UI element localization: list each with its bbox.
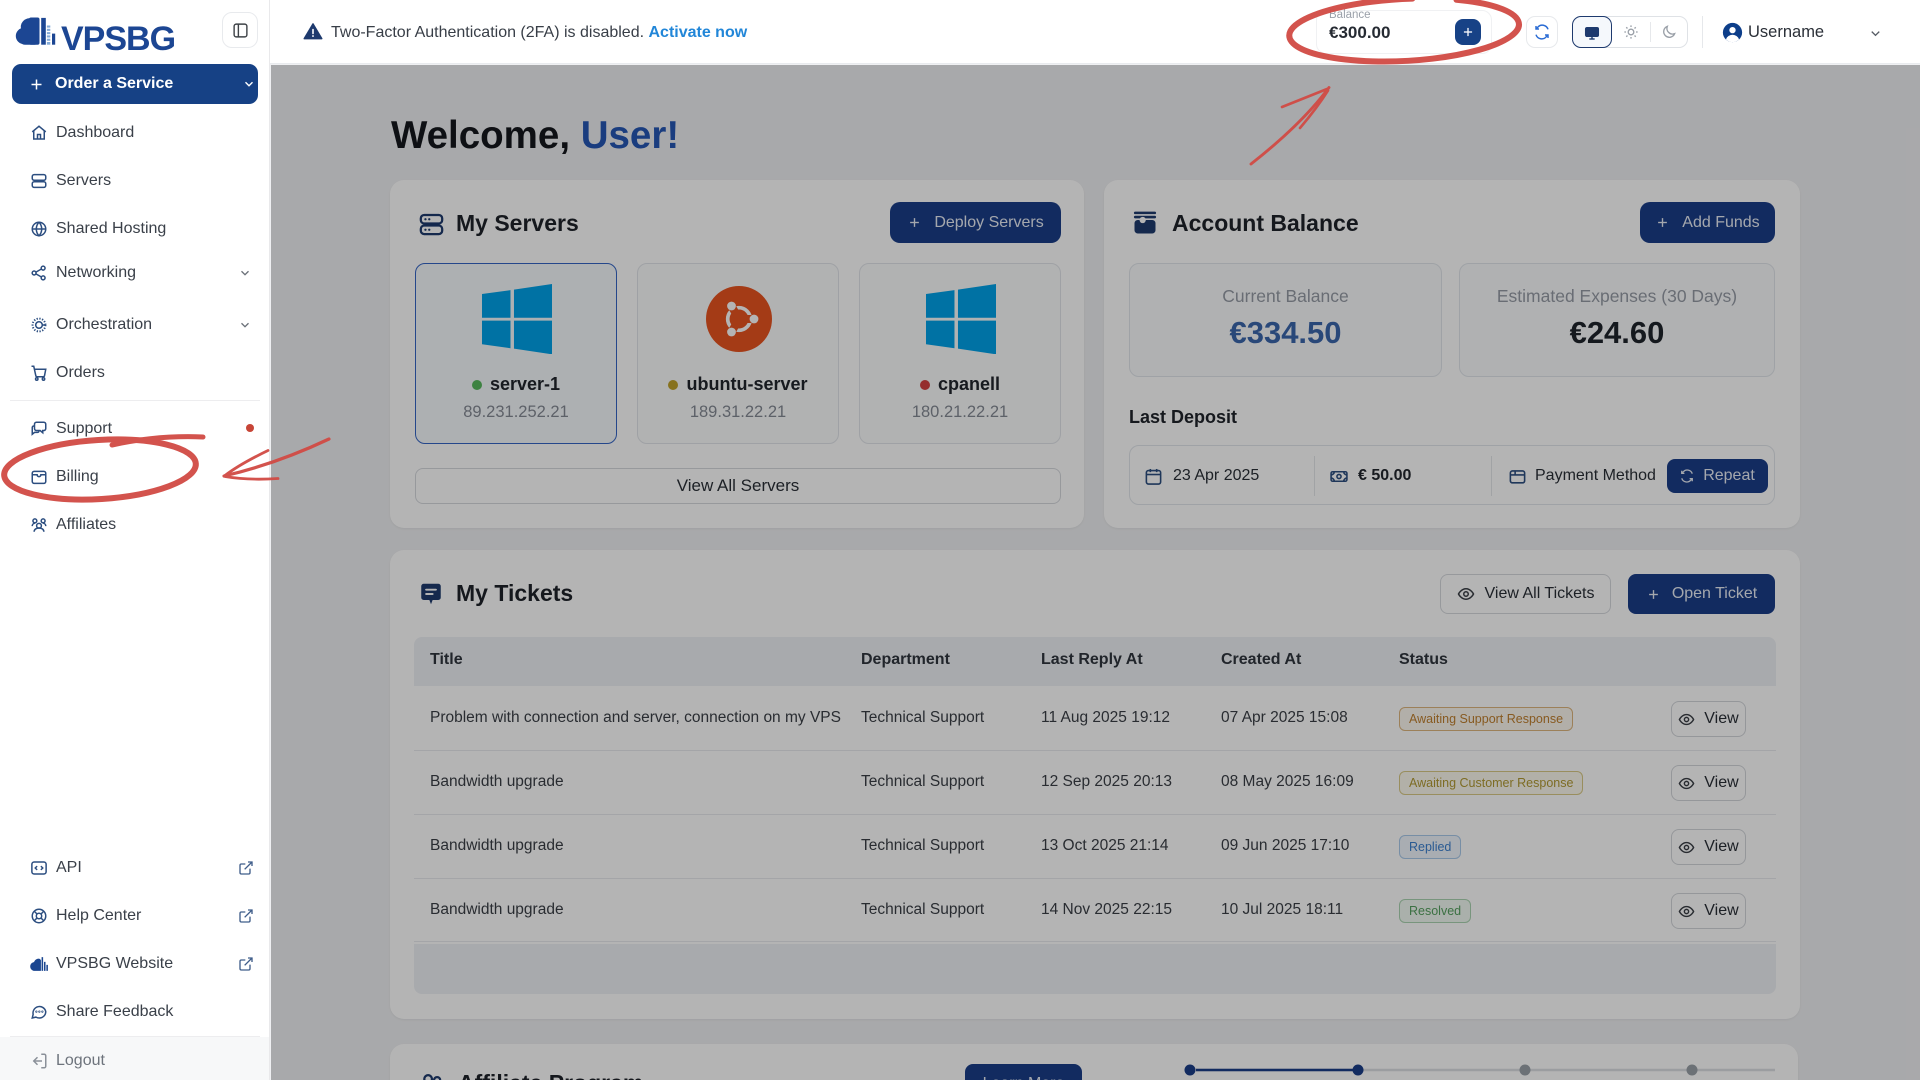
svg-text:VPSBG: VPSBG (61, 20, 175, 56)
